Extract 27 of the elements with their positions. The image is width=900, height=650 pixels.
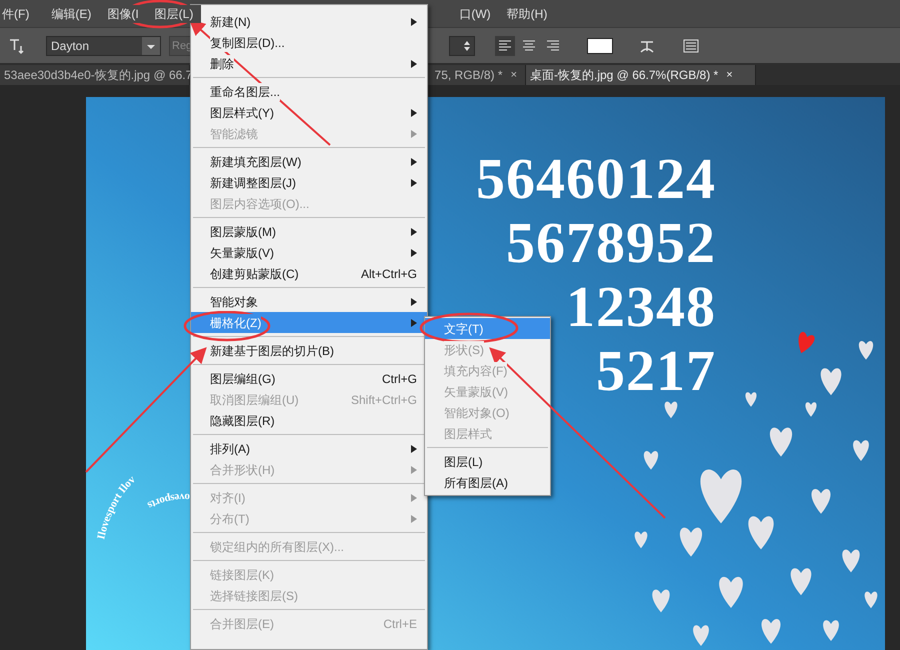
- canvas-number-text: 5217: [596, 339, 716, 403]
- menu-item[interactable]: 所有图层(A): [425, 472, 550, 493]
- menu-item[interactable]: 新建调整图层(J): [191, 172, 427, 193]
- menu-item[interactable]: 新建(N): [191, 11, 427, 32]
- document-tab[interactable]: 桌面-恢复的.jpg @ 66.7%(RGB/8) * ×: [526, 65, 756, 85]
- menu-item[interactable]: 创建剪贴蒙版(C) Alt+Ctrl+G: [191, 263, 427, 284]
- menu-item[interactable]: 矢量蒙版(V): [191, 242, 427, 263]
- font-size-spinner[interactable]: [449, 36, 475, 56]
- menu-item[interactable]: 图层样式(Y): [191, 102, 427, 123]
- canvas-number-text: 5678952: [506, 211, 716, 275]
- close-icon[interactable]: ×: [726, 66, 733, 84]
- menu-item[interactable]: 重命名图层...: [191, 81, 427, 102]
- curved-text: ovesports: [146, 490, 190, 512]
- caret-icon: [142, 36, 160, 54]
- menu-item[interactable]: 删除: [191, 53, 427, 74]
- canvas-number-text: 56460124: [476, 147, 716, 211]
- menu-item[interactable]: 智能对象: [191, 291, 427, 312]
- menu-item[interactable]: 新建填充图层(W): [191, 151, 427, 172]
- menu-item[interactable]: 图层(L): [425, 451, 550, 472]
- text-tool-icon[interactable]: [8, 36, 26, 54]
- close-icon[interactable]: ×: [510, 66, 517, 84]
- canvas-number-text: 12348: [566, 275, 716, 339]
- menu-item[interactable]: 复制图层(D)...: [191, 32, 427, 53]
- menu-item[interactable]: 图层蒙版(M): [191, 221, 427, 242]
- font-family-dropdown[interactable]: Dayton: [46, 36, 161, 56]
- align-left-icon[interactable]: [495, 36, 515, 56]
- text-color-swatch[interactable]: [587, 38, 613, 54]
